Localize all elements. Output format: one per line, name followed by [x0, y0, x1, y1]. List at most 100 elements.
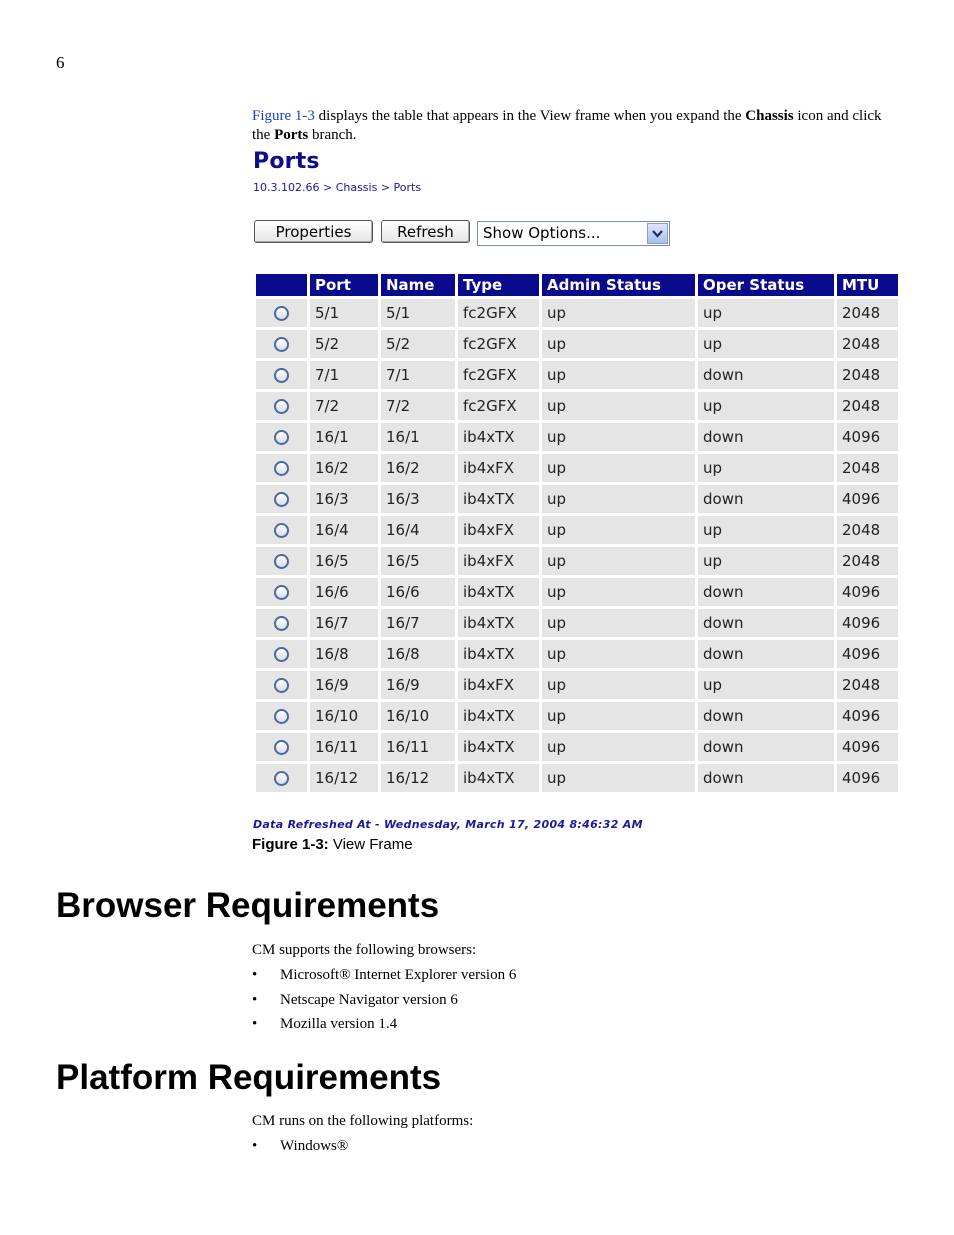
browser-intro: CM supports the following browsers:	[252, 942, 477, 958]
row-select-cell	[256, 764, 307, 792]
intro-bold-ports: Ports	[274, 127, 309, 143]
cell-mtu: 2048	[837, 516, 898, 544]
cell-name: 16/7	[381, 609, 455, 637]
intro-text-3: branch.	[308, 127, 357, 143]
cell-oper-status: down	[698, 361, 834, 389]
column-header-type[interactable]: Type	[458, 274, 539, 296]
cell-admin-status: up	[542, 640, 695, 668]
cell-mtu: 2048	[837, 361, 898, 389]
cell-oper-status: up	[698, 392, 834, 420]
intro-text-1: displays the table that appears in the V…	[314, 108, 746, 124]
cell-mtu: 4096	[837, 764, 898, 792]
ports-table: Port Name Type Admin Status Oper Status …	[253, 271, 901, 795]
table-row[interactable]: 5/2 5/2 fc2GFX up up 2048	[256, 330, 898, 358]
data-refreshed-timestamp: Data Refreshed At - Wednesday, March 17,…	[253, 818, 643, 831]
platform-requirements-heading: Platform Requirements	[56, 1058, 442, 1097]
cell-port: 7/2	[310, 392, 378, 420]
cell-port: 16/3	[310, 485, 378, 513]
cell-mtu: 4096	[837, 485, 898, 513]
row-radio-button[interactable]	[274, 306, 289, 321]
column-header-oper-status[interactable]: Oper Status	[698, 274, 834, 296]
row-radio-button[interactable]	[274, 616, 289, 631]
row-radio-button[interactable]	[274, 771, 289, 786]
properties-button[interactable]: Properties	[254, 220, 373, 243]
cell-port: 16/5	[310, 547, 378, 575]
cell-mtu: 4096	[837, 640, 898, 668]
table-row[interactable]: 16/1 16/1 ib4xTX up down 4096	[256, 423, 898, 451]
cell-mtu: 4096	[837, 702, 898, 730]
cell-mtu: 2048	[837, 547, 898, 575]
intro-paragraph: Figure 1-3 displays the table that appea…	[252, 107, 892, 145]
row-radio-button[interactable]	[274, 554, 289, 569]
show-options-select[interactable]: Show Options...	[477, 221, 670, 246]
chevron-down-icon[interactable]	[647, 223, 668, 244]
table-row[interactable]: 16/10 16/10 ib4xTX up down 4096	[256, 702, 898, 730]
browser-item-label: Microsoft® Internet Explorer version 6	[280, 967, 517, 983]
cell-mtu: 2048	[837, 299, 898, 327]
row-radio-button[interactable]	[274, 709, 289, 724]
column-header-admin-status[interactable]: Admin Status	[542, 274, 695, 296]
table-row[interactable]: 16/4 16/4 ib4xFX up up 2048	[256, 516, 898, 544]
table-row[interactable]: 16/6 16/6 ib4xTX up down 4096	[256, 578, 898, 606]
cell-name: 5/1	[381, 299, 455, 327]
row-radio-button[interactable]	[274, 337, 289, 352]
table-row[interactable]: 16/3 16/3 ib4xTX up down 4096	[256, 485, 898, 513]
row-select-cell	[256, 454, 307, 482]
breadcrumb[interactable]: 10.3.102.66 > Chassis > Ports	[253, 181, 421, 194]
cell-type: fc2GFX	[458, 299, 539, 327]
cell-name: 16/11	[381, 733, 455, 761]
table-row[interactable]: 16/12 16/12 ib4xTX up down 4096	[256, 764, 898, 792]
table-row[interactable]: 16/8 16/8 ib4xTX up down 4096	[256, 640, 898, 668]
refresh-button[interactable]: Refresh	[381, 220, 470, 243]
cell-oper-status: up	[698, 454, 834, 482]
platform-item-label: Windows®	[280, 1138, 349, 1154]
cell-type: ib4xFX	[458, 516, 539, 544]
table-row[interactable]: 16/5 16/5 ib4xFX up up 2048	[256, 547, 898, 575]
cell-name: 16/9	[381, 671, 455, 699]
page-number: 6	[56, 53, 65, 72]
row-radio-button[interactable]	[274, 461, 289, 476]
cell-type: ib4xTX	[458, 578, 539, 606]
table-row[interactable]: 7/2 7/2 fc2GFX up up 2048	[256, 392, 898, 420]
cell-port: 16/7	[310, 609, 378, 637]
row-radio-button[interactable]	[274, 399, 289, 414]
column-header-name[interactable]: Name	[381, 274, 455, 296]
cell-admin-status: up	[542, 299, 695, 327]
cell-mtu: 2048	[837, 330, 898, 358]
list-item: • Microsoft® Internet Explorer version 6	[252, 967, 517, 983]
row-select-cell	[256, 733, 307, 761]
cell-mtu: 4096	[837, 423, 898, 451]
row-radio-button[interactable]	[274, 678, 289, 693]
table-row[interactable]: 16/2 16/2 ib4xFX up up 2048	[256, 454, 898, 482]
show-options-value: Show Options...	[483, 224, 601, 242]
table-row[interactable]: 16/7 16/7 ib4xTX up down 4096	[256, 609, 898, 637]
column-header-port[interactable]: Port	[310, 274, 378, 296]
cell-admin-status: up	[542, 702, 695, 730]
row-radio-button[interactable]	[274, 647, 289, 662]
row-radio-button[interactable]	[274, 585, 289, 600]
list-item: • Netscape Navigator version 6	[252, 992, 458, 1008]
row-radio-button[interactable]	[274, 740, 289, 755]
table-row[interactable]: 5/1 5/1 fc2GFX up up 2048	[256, 299, 898, 327]
table-row[interactable]: 7/1 7/1 fc2GFX up down 2048	[256, 361, 898, 389]
figure-reference-link[interactable]: Figure 1-3	[252, 108, 315, 124]
row-radio-button[interactable]	[274, 368, 289, 383]
cell-type: ib4xFX	[458, 547, 539, 575]
row-select-cell	[256, 361, 307, 389]
cell-name: 16/2	[381, 454, 455, 482]
cell-oper-status: up	[698, 299, 834, 327]
row-radio-button[interactable]	[274, 523, 289, 538]
cell-port: 5/1	[310, 299, 378, 327]
cell-mtu: 4096	[837, 578, 898, 606]
row-radio-button[interactable]	[274, 430, 289, 445]
table-row[interactable]: 16/9 16/9 ib4xFX up up 2048	[256, 671, 898, 699]
row-select-cell	[256, 671, 307, 699]
row-select-cell	[256, 609, 307, 637]
column-header-mtu[interactable]: MTU	[837, 274, 898, 296]
cell-mtu: 4096	[837, 733, 898, 761]
row-radio-button[interactable]	[274, 492, 289, 507]
cell-name: 7/1	[381, 361, 455, 389]
table-row[interactable]: 16/11 16/11 ib4xTX up down 4096	[256, 733, 898, 761]
cell-name: 16/5	[381, 547, 455, 575]
cell-admin-status: up	[542, 547, 695, 575]
